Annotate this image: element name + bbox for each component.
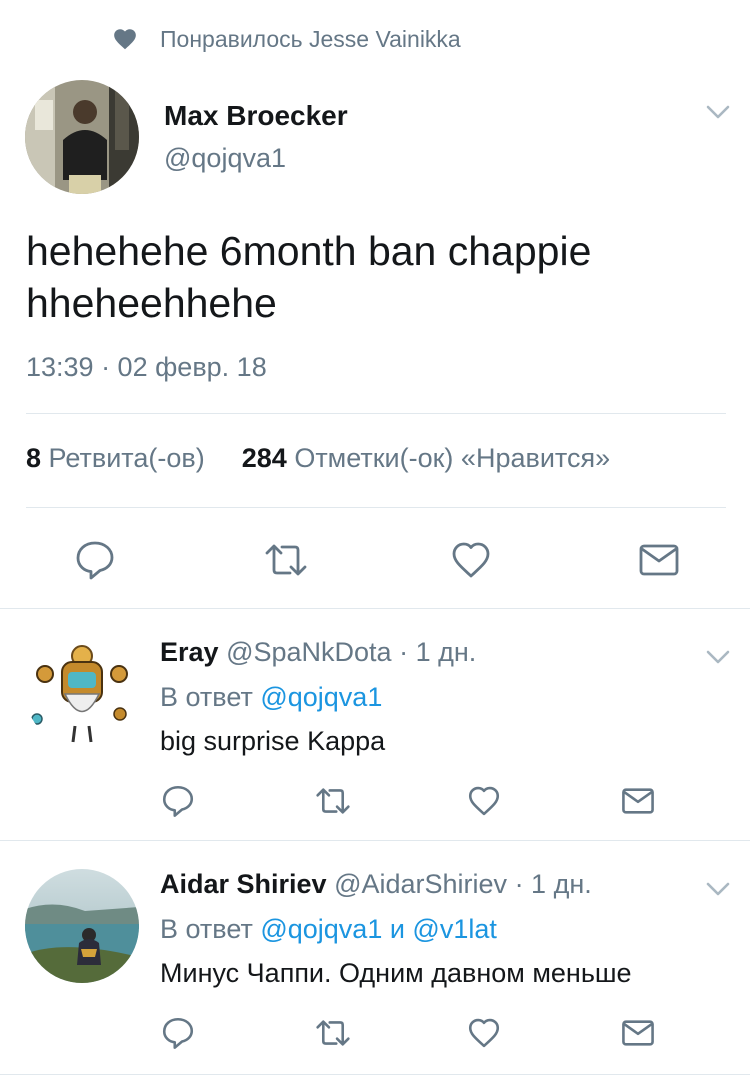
heart-icon [112, 26, 138, 52]
reply-header: Eray @SpaNkDota · 1 дн. [160, 637, 476, 668]
reply-context: В ответ @qojqva1 [160, 682, 382, 713]
reply-mention[interactable]: @qojqva1 [260, 682, 382, 712]
tweet-text: hehehehe 6month ban chappie hheheehhehe [26, 228, 592, 326]
reply-context: В ответ @qojqva1 и @v1lat [160, 914, 497, 945]
author-handle[interactable]: @SpaNkDota [226, 637, 391, 667]
retweet-icon[interactable] [314, 784, 352, 818]
like-icon[interactable] [450, 539, 492, 581]
avatar[interactable] [25, 634, 139, 748]
tweet-stats: 8 Ретвита(-ов) 284 Отметки(-ок) «Нравитс… [26, 443, 610, 474]
reply-prefix: В ответ [160, 914, 253, 944]
reply-mention[interactable]: @qojqva1 и @v1lat [260, 914, 497, 944]
divider [0, 1074, 750, 1075]
retweet-icon[interactable] [314, 1016, 352, 1050]
avatar[interactable] [25, 80, 139, 194]
like-icon[interactable] [467, 784, 501, 818]
like-stat[interactable]: 284 Отметки(-ок) «Нравится» [242, 443, 610, 473]
direct-message-icon[interactable] [621, 1016, 655, 1050]
liked-by-text: Понравилось Jesse Vainikka [160, 26, 461, 52]
chevron-down-icon[interactable] [705, 647, 731, 667]
divider [26, 413, 726, 414]
author-handle[interactable]: @qojqva1 [164, 143, 286, 174]
reply-icon[interactable] [161, 1016, 195, 1050]
reply-age: · 1 дн. [399, 637, 477, 667]
tweet-timestamp[interactable]: 13:39 · 02 февр. 18 [26, 352, 267, 383]
reply-age: · 1 дн. [514, 869, 592, 899]
reply-tweet[interactable]: Aidar Shiriev @AidarShiriev · 1 дн. В от… [0, 841, 750, 1071]
reply-header: Aidar Shiriev @AidarShiriev · 1 дн. [160, 869, 592, 900]
author-handle[interactable]: @AidarShiriev [334, 869, 507, 899]
like-label: Отметки(-ок) «Нравится» [294, 443, 611, 473]
direct-message-icon[interactable] [621, 784, 655, 818]
reply-icon[interactable] [161, 784, 195, 818]
like-count: 284 [241, 443, 287, 473]
chevron-down-icon[interactable] [705, 879, 731, 899]
retweet-icon[interactable] [263, 539, 309, 581]
social-context[interactable]: Понравилось Jesse Vainikka [0, 20, 750, 60]
direct-message-icon[interactable] [638, 539, 680, 581]
retweet-stat[interactable]: 8 Ретвита(-ов) [26, 443, 205, 473]
chevron-down-icon[interactable] [705, 102, 731, 122]
author-name[interactable]: Max Broecker [164, 100, 348, 132]
divider [26, 507, 726, 508]
retweet-label: Ретвита(-ов) [48, 443, 205, 473]
avatar[interactable] [25, 869, 139, 983]
reply-prefix: В ответ [160, 682, 253, 712]
reply-text: Минус Чаппи. Одним давном меньше [160, 958, 632, 988]
reply-tweet[interactable]: Eray @SpaNkDota · 1 дн. В ответ @qojqva1… [0, 609, 750, 839]
like-icon[interactable] [467, 1016, 501, 1050]
reply-text: big surprise Kappa [160, 726, 386, 756]
author-name[interactable]: Eray [160, 637, 219, 667]
author-name[interactable]: Aidar Shiriev [160, 869, 327, 899]
reply-icon[interactable] [74, 539, 116, 581]
retweet-count: 8 [26, 443, 42, 473]
